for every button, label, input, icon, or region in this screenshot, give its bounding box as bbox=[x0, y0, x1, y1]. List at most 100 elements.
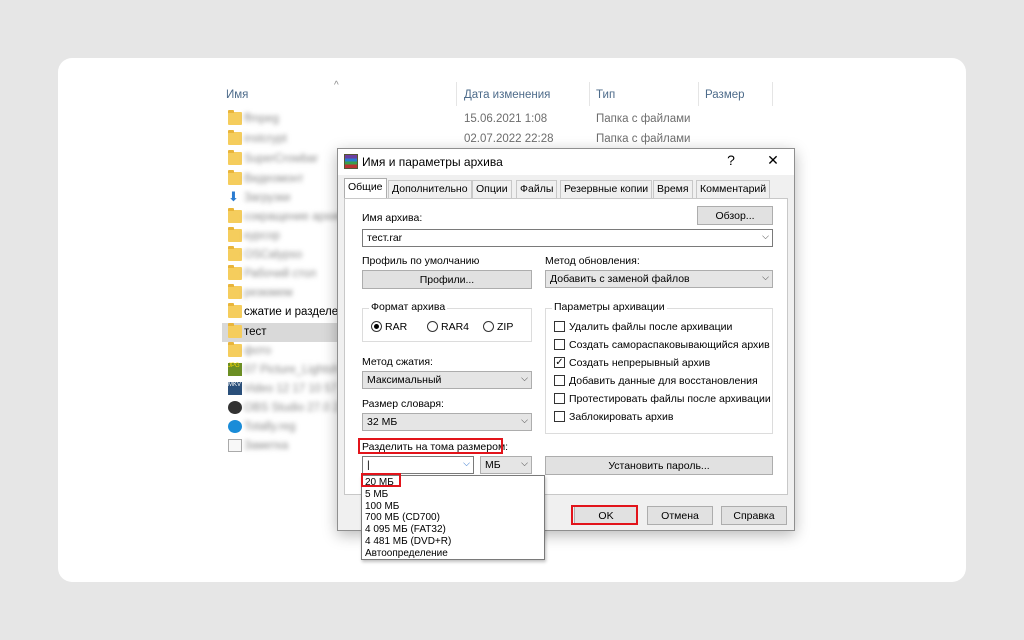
file-name: резюмем bbox=[244, 287, 293, 299]
update-method-label: Метод обновления: bbox=[545, 255, 640, 267]
file-name: Video 12 17 10 57 bbox=[244, 383, 338, 395]
dict-select[interactable]: 32 МБ ⌵ bbox=[362, 413, 532, 431]
params-group-title: Параметры архивации bbox=[552, 301, 667, 313]
file-date: 02.07.2022 22:28 bbox=[464, 133, 554, 145]
update-method-select[interactable]: Добавить с заменой файлов ⌵ bbox=[545, 270, 773, 288]
dialog-title: Имя и параметры архива bbox=[362, 155, 503, 169]
split-size-value: | bbox=[367, 459, 370, 471]
param-checkbox[interactable] bbox=[554, 375, 565, 386]
column-name[interactable]: Имя bbox=[226, 89, 248, 101]
dict-label: Размер словаря: bbox=[362, 398, 444, 410]
split-option[interactable]: 5 МБ bbox=[365, 489, 388, 500]
param-checkbox[interactable]: ✓ bbox=[554, 357, 565, 368]
radio-rar4-label: RAR4 bbox=[441, 321, 470, 333]
file-row[interactable]: instcrypt 02.07.2022 22:28 Папка с файлами bbox=[222, 130, 782, 149]
folder-icon bbox=[228, 150, 242, 165]
chevron-down-icon: ⌵ bbox=[521, 458, 528, 468]
file-name: instcrypt bbox=[244, 133, 287, 145]
tab-files[interactable]: Файлы bbox=[516, 180, 558, 198]
column-divider[interactable] bbox=[698, 82, 699, 106]
split-size-input[interactable]: | ⌵ bbox=[362, 456, 474, 474]
chevron-down-icon: ⌵ bbox=[521, 415, 528, 425]
file-name: фото bbox=[244, 345, 272, 357]
folder-icon bbox=[228, 284, 242, 299]
file-row[interactable]: тест bbox=[222, 323, 352, 342]
archive-name-input[interactable]: тест.rar ⌵ bbox=[362, 229, 773, 247]
tab-options[interactable]: Опции bbox=[472, 180, 512, 198]
folder-icon bbox=[228, 246, 242, 261]
tab-comment[interactable]: Комментарий bbox=[696, 180, 771, 198]
file-type: Папка с файлами bbox=[596, 113, 691, 125]
tab-general[interactable]: Общие bbox=[344, 178, 387, 199]
radio-rar4[interactable] bbox=[427, 321, 438, 332]
format-group-title: Формат архива bbox=[369, 301, 448, 313]
folder-icon bbox=[228, 323, 242, 338]
split-option[interactable]: 100 МБ bbox=[365, 501, 399, 512]
column-divider[interactable] bbox=[456, 82, 457, 106]
param-checkbox[interactable] bbox=[554, 339, 565, 350]
file-name: SuperCrowbar bbox=[244, 153, 319, 165]
column-type[interactable]: Тип bbox=[596, 89, 615, 101]
dict-value: 32 МБ bbox=[367, 416, 398, 428]
param-label[interactable]: Заблокировать архив bbox=[569, 411, 673, 423]
param-label[interactable]: Протестировать файлы после архивации bbox=[569, 393, 771, 405]
param-label[interactable]: Добавить данные для восстановления bbox=[569, 375, 758, 387]
file-name: сокращение архива bbox=[244, 211, 350, 223]
file-name: Рабочий стол bbox=[244, 268, 317, 280]
close-icon[interactable]: ✕ bbox=[763, 152, 783, 169]
radio-zip-label: ZIP bbox=[497, 321, 514, 333]
radio-rar[interactable] bbox=[371, 321, 382, 332]
help-button[interactable]: Справка bbox=[721, 506, 787, 525]
cancel-button[interactable]: Отмена bbox=[647, 506, 713, 525]
param-checkbox[interactable] bbox=[554, 411, 565, 422]
split-size-dropdown: 20 МБ 5 МБ 100 МБ 700 МБ (CD700) 4 095 МБ (F… bbox=[361, 475, 545, 560]
column-divider[interactable] bbox=[772, 82, 773, 106]
format-group: Формат архива RAR RAR4 ZIP bbox=[362, 301, 532, 342]
split-option[interactable]: 4 481 МБ (DVD+R) bbox=[365, 536, 451, 547]
column-date[interactable]: Дата изменения bbox=[464, 89, 550, 101]
param-label[interactable]: Создать непрерывный архив bbox=[569, 357, 710, 369]
dialog-titlebar[interactable]: Имя и параметры архива ? ✕ bbox=[338, 149, 794, 175]
jpg-file-icon: JPG bbox=[228, 363, 242, 376]
radio-rar-label: RAR bbox=[385, 321, 408, 333]
archive-dialog: Имя и параметры архива ? ✕ Общие Дополни… bbox=[337, 148, 795, 531]
tab-time[interactable]: Время bbox=[653, 180, 693, 198]
radio-zip[interactable] bbox=[483, 321, 494, 332]
compression-select[interactable]: Максимальный ⌵ bbox=[362, 371, 532, 389]
edge-icon bbox=[228, 420, 242, 433]
file-name: Totally.reg bbox=[244, 421, 296, 433]
file-name: 07 Picture_Lightsh bbox=[244, 364, 340, 376]
split-unit-select[interactable]: МБ ⌵ bbox=[480, 456, 532, 474]
file-name: Заметка bbox=[244, 440, 289, 452]
tab-advanced[interactable]: Дополнительно bbox=[388, 180, 472, 198]
archive-name-value: тест.rar bbox=[367, 232, 403, 244]
folder-icon bbox=[228, 227, 242, 242]
file-name: тест bbox=[244, 326, 267, 338]
browse-button[interactable]: Обзор... bbox=[697, 206, 773, 225]
split-option[interactable]: 700 МБ (CD700) bbox=[365, 512, 440, 523]
profiles-button[interactable]: Профили... bbox=[362, 270, 532, 289]
param-checkbox[interactable] bbox=[554, 321, 565, 332]
chevron-down-icon[interactable]: ⌵ bbox=[463, 458, 470, 469]
obs-icon bbox=[228, 401, 242, 414]
compression-label: Метод сжатия: bbox=[362, 356, 433, 368]
help-icon[interactable]: ? bbox=[721, 152, 741, 168]
split-option[interactable]: 4 095 МБ (FAT32) bbox=[365, 524, 446, 535]
param-label[interactable]: Создать самораспаковывающийся архив bbox=[569, 339, 770, 351]
set-password-button[interactable]: Установить пароль... bbox=[545, 456, 773, 475]
column-divider[interactable] bbox=[589, 82, 590, 106]
folder-icon bbox=[228, 303, 242, 318]
param-checkbox[interactable] bbox=[554, 393, 565, 404]
folder-icon bbox=[228, 265, 242, 280]
chevron-down-icon[interactable]: ⌵ bbox=[762, 231, 769, 242]
split-option[interactable]: Автоопределение bbox=[365, 548, 448, 559]
update-method-value: Добавить с заменой файлов bbox=[550, 273, 690, 285]
chevron-up-icon[interactable]: ^ bbox=[334, 80, 339, 91]
compression-value: Максимальный bbox=[367, 374, 442, 386]
tab-backup[interactable]: Резервные копии bbox=[560, 180, 653, 198]
file-name: Видеомонт bbox=[244, 173, 304, 185]
file-row[interactable]: ffmpeg 15.06.2021 1:08 Папка с файлами bbox=[222, 110, 782, 129]
tab-bar: Общие Дополнительно Опции Файлы Резервны… bbox=[344, 178, 774, 199]
column-size[interactable]: Размер bbox=[705, 89, 745, 101]
param-label[interactable]: Удалить файлы после архивации bbox=[569, 321, 732, 333]
